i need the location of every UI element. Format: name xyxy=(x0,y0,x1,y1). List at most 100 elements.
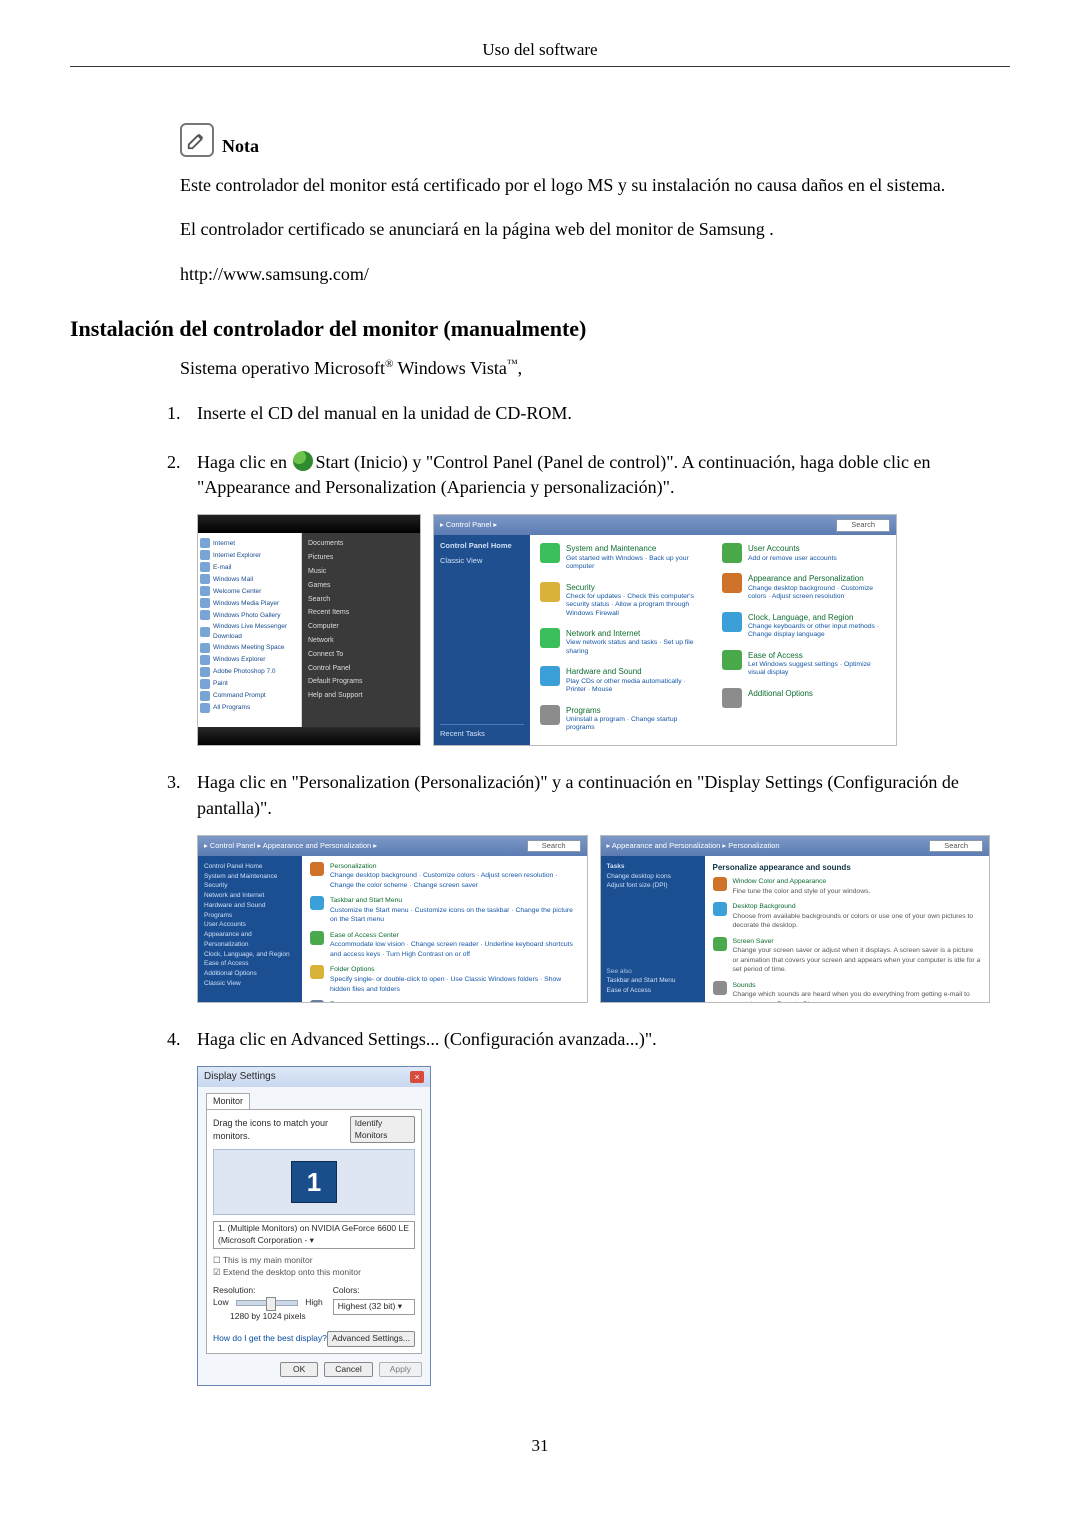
start-menu-item[interactable]: Windows Live Messenger Download xyxy=(200,621,299,641)
pp-sidebar-item[interactable]: Change desktop icons xyxy=(607,872,699,882)
cp-category[interactable]: Additional Options xyxy=(722,688,886,708)
cp-category[interactable]: Appearance and PersonalizationChange des… xyxy=(722,573,886,601)
pp-heading: Personalize appearance and sounds xyxy=(713,862,982,873)
cp-recent-tasks: Recent Tasks xyxy=(440,729,524,740)
start-menu-right-item[interactable]: Control Panel xyxy=(308,662,414,676)
start-menu-right-item[interactable]: Help and Support xyxy=(308,689,414,703)
figure-personalization: ▸ Appearance and Personalization ▸ Perso… xyxy=(600,835,991,1003)
cp-category[interactable]: Ease of AccessLet Windows suggest settin… xyxy=(722,650,886,678)
breadcrumb: ▸ Appearance and Personalization ▸ Perso… xyxy=(607,841,780,852)
ap-sidebar-item[interactable]: Ease of Access xyxy=(204,959,296,969)
start-menu-item[interactable]: Command Prompt xyxy=(200,690,299,702)
ap-category[interactable]: PersonalizationChange desktop background… xyxy=(310,862,579,891)
ap-category[interactable]: Folder OptionsSpecify single- or double-… xyxy=(310,965,579,994)
cp-category[interactable]: ProgramsUninstall a program · Change sta… xyxy=(540,705,704,733)
ap-sidebar-item[interactable]: System and Maintenance xyxy=(204,872,296,882)
ap-sidebar-item[interactable]: Control Panel Home xyxy=(204,862,296,872)
ap-sidebar-item[interactable]: Security xyxy=(204,881,296,891)
ap-sidebar-item[interactable]: User Accounts xyxy=(204,920,296,930)
start-menu-item[interactable]: Internet xyxy=(200,537,299,549)
resolution-slider[interactable] xyxy=(236,1300,299,1306)
figure-display-settings-dialog: Display Settings × Monitor Drag the icon… xyxy=(197,1066,431,1386)
ap-sidebar-item[interactable]: Classic View xyxy=(204,979,296,989)
breadcrumb: ▸ Control Panel ▸ xyxy=(440,520,497,531)
start-menu-item[interactable]: All Programs xyxy=(200,702,299,714)
start-menu-right-item[interactable]: Music xyxy=(308,565,414,579)
start-menu-item[interactable]: Internet Explorer xyxy=(200,549,299,561)
start-menu-item[interactable]: Adobe Photoshop 7.0 xyxy=(200,666,299,678)
note-block: Nota xyxy=(180,123,990,157)
ap-sidebar-item[interactable]: Programs xyxy=(204,911,296,921)
pp-seealso-item[interactable]: Ease of Access xyxy=(607,986,699,996)
start-menu-item[interactable]: E-mail xyxy=(200,561,299,573)
advanced-settings-button[interactable]: Advanced Settings... xyxy=(327,1331,415,1347)
monitor-1-icon[interactable]: 1 xyxy=(291,1161,337,1203)
start-menu-item[interactable]: Paint xyxy=(200,678,299,690)
start-menu-right-item[interactable]: Default Programs xyxy=(308,675,414,689)
start-menu-item[interactable]: Welcome Center xyxy=(200,585,299,597)
cp-category[interactable]: Hardware and SoundPlay CDs or other medi… xyxy=(540,666,704,694)
start-menu-right-item[interactable]: Documents xyxy=(308,537,414,551)
note-paragraph-1: Este controlador del monitor está certif… xyxy=(180,173,990,197)
ap-category[interactable]: FontsInstall or remove a font xyxy=(310,1000,579,1002)
monitor-preview[interactable]: 1 xyxy=(213,1149,415,1215)
ap-sidebar-item[interactable]: Network and Internet xyxy=(204,891,296,901)
help-link[interactable]: How do I get the best display? xyxy=(213,1333,327,1345)
ap-sidebar-item[interactable]: Additional Options xyxy=(204,969,296,979)
ap-sidebar-item[interactable]: Hardware and Sound xyxy=(204,901,296,911)
cp-category[interactable]: Network and InternetView network status … xyxy=(540,628,704,656)
ap-sidebar-item[interactable]: Appearance and Personalization xyxy=(204,930,296,950)
pp-category[interactable]: Desktop BackgroundChoose from available … xyxy=(713,902,982,931)
search-input[interactable]: Search xyxy=(836,519,890,532)
cp-category[interactable]: Clock, Language, and RegionChange keyboa… xyxy=(722,612,886,640)
start-menu-right-item[interactable]: Computer xyxy=(308,620,414,634)
pp-seealso-item[interactable]: Taskbar and Start Menu xyxy=(607,976,699,986)
start-menu-right-item[interactable]: Search xyxy=(308,593,414,607)
start-menu-right-item[interactable]: Connect To xyxy=(308,648,414,662)
start-menu-item[interactable]: Windows Photo Gallery xyxy=(200,609,299,621)
note-url: http://www.samsung.com/ xyxy=(180,262,990,286)
close-icon[interactable]: × xyxy=(410,1071,424,1083)
cp-sidebar-title: Control Panel Home xyxy=(440,541,524,552)
identify-monitors-button[interactable]: Identify Monitors xyxy=(350,1116,415,1144)
cp-category[interactable]: System and MaintenanceGet started with W… xyxy=(540,543,704,571)
os-line: Sistema operativo Microsoft® Windows Vis… xyxy=(180,358,1010,379)
start-menu-right-item[interactable]: Games xyxy=(308,579,414,593)
cp-classic-view-link[interactable]: Classic View xyxy=(440,556,524,567)
ap-category[interactable]: Ease of Access CenterAccommodate low vis… xyxy=(310,931,579,960)
ap-category[interactable]: Taskbar and Start MenuCustomize the Star… xyxy=(310,896,579,925)
pp-tasks-title: Tasks xyxy=(607,862,699,872)
cp-category[interactable]: User AccountsAdd or remove user accounts xyxy=(722,543,886,563)
page-number: 31 xyxy=(70,1436,1010,1456)
start-menu-right-item[interactable]: Pictures xyxy=(308,551,414,565)
dialog-title: Display Settings xyxy=(204,1070,276,1084)
extend-desktop-checkbox[interactable]: ☑ Extend the desktop onto this monitor xyxy=(213,1267,415,1279)
cp-category[interactable]: SecurityCheck for updates · Check this c… xyxy=(540,582,704,619)
ok-button[interactable]: OK xyxy=(280,1362,318,1378)
tab-monitor[interactable]: Monitor xyxy=(206,1093,250,1109)
pp-category[interactable]: Screen SaverChange your screen saver or … xyxy=(713,937,982,975)
resolution-value: 1280 by 1024 pixels xyxy=(213,1311,323,1323)
search-input[interactable]: Search xyxy=(929,840,983,853)
pp-category[interactable]: Window Color and AppearanceFine tune the… xyxy=(713,877,982,896)
step-1: Inserte el CD del manual en la unidad de… xyxy=(185,401,990,426)
pp-category[interactable]: SoundsChange which sounds are heard when… xyxy=(713,981,982,1002)
start-menu-item[interactable]: Windows Mail xyxy=(200,573,299,585)
ap-sidebar-item[interactable]: Clock, Language, and Region xyxy=(204,950,296,960)
start-menu-item[interactable]: Windows Explorer xyxy=(200,654,299,666)
start-menu-right-item[interactable]: Recent Items xyxy=(308,606,414,620)
resolution-label: Resolution: xyxy=(213,1285,323,1297)
start-menu-item[interactable]: Windows Media Player xyxy=(200,597,299,609)
monitor-select[interactable]: 1. (Multiple Monitors) on NVIDIA GeForce… xyxy=(213,1221,415,1249)
start-menu-right-item[interactable]: Network xyxy=(308,634,414,648)
apply-button[interactable]: Apply xyxy=(379,1362,422,1378)
colors-select[interactable]: Highest (32 bit) ▾ xyxy=(333,1299,415,1315)
main-monitor-checkbox[interactable]: ☐ This is my main monitor xyxy=(213,1255,415,1267)
step-3: Haga clic en "Personalization (Personali… xyxy=(185,770,990,1002)
cancel-button[interactable]: Cancel xyxy=(324,1362,372,1378)
search-input[interactable]: Search xyxy=(527,840,581,853)
page-header: Uso del software xyxy=(70,40,1010,67)
figure-control-panel: ▸ Control Panel ▸ Search Control Panel H… xyxy=(433,514,897,746)
pp-sidebar-item[interactable]: Adjust font size (DPI) xyxy=(607,881,699,891)
start-menu-item[interactable]: Windows Meeting Space xyxy=(200,642,299,654)
